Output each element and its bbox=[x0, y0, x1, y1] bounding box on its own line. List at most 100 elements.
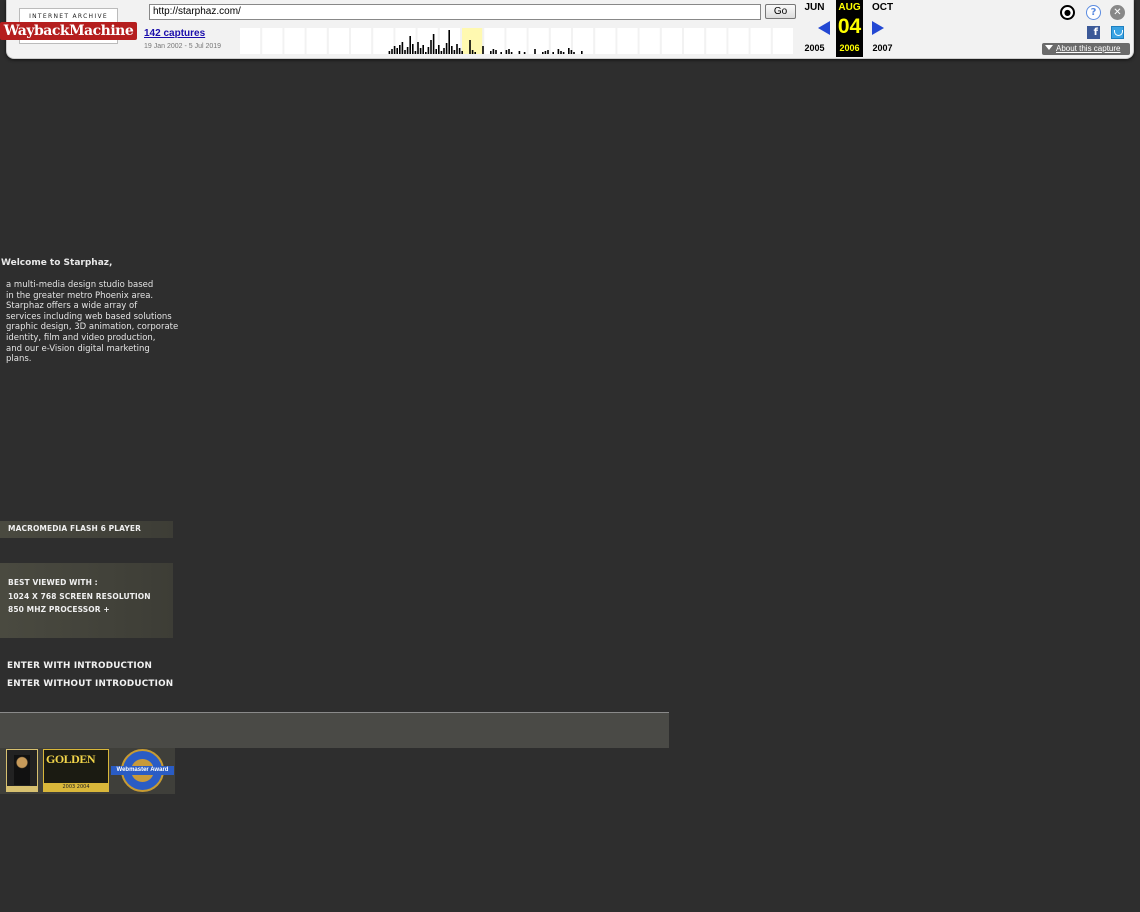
sparkline-bar bbox=[404, 50, 406, 54]
next-year-label: 2007 bbox=[872, 43, 893, 53]
sparkline-year-cell bbox=[772, 28, 793, 54]
sparkline-bar bbox=[490, 51, 492, 54]
sparkline-year-cell bbox=[661, 28, 682, 54]
help-icon[interactable]: ? bbox=[1086, 5, 1101, 20]
close-icon[interactable]: ✕ bbox=[1110, 5, 1125, 20]
sparkline-bar bbox=[544, 51, 547, 54]
sparkline-bar bbox=[560, 51, 562, 54]
sparkline-year-cell bbox=[684, 28, 705, 54]
sparkline-bar bbox=[534, 49, 536, 54]
sparkline-bar bbox=[557, 49, 560, 54]
sparkline-bar bbox=[500, 52, 502, 54]
sparkline-bar bbox=[461, 51, 463, 54]
flash-player-label: MACROMEDIA FLASH 6 PLAYER bbox=[8, 524, 141, 533]
prev-month-label: JUN bbox=[804, 2, 825, 13]
sparkline-year-cell bbox=[639, 28, 660, 54]
intro-line: and our e-Vision digital marketing bbox=[6, 343, 150, 354]
webmaster-award-badge[interactable]: Webmaster Award bbox=[111, 749, 174, 792]
sparkline-bar bbox=[399, 45, 401, 54]
sparkline-year-cell bbox=[573, 28, 594, 54]
best-viewed-line: BEST VIEWED WITH : bbox=[8, 578, 98, 587]
golden-title: GOLDEN bbox=[46, 752, 96, 766]
facebook-icon[interactable]: f bbox=[1087, 26, 1100, 39]
sparkline-bar bbox=[414, 51, 417, 54]
captures-link[interactable]: 142 captures bbox=[144, 28, 205, 39]
sparkline-year-cell bbox=[351, 28, 372, 54]
sparkline-bar bbox=[469, 40, 471, 54]
sparkline-bar bbox=[412, 44, 414, 54]
sparkline-bar bbox=[547, 50, 549, 54]
logo-top-text: INTERNET ARCHIVE bbox=[29, 12, 108, 20]
flash-player-banner[interactable]: MACROMEDIA FLASH 6 PLAYER bbox=[0, 521, 173, 538]
prev-capture-arrow-icon[interactable] bbox=[818, 21, 830, 35]
intro-paragraph: a multi-media design studio based in the… bbox=[6, 280, 196, 365]
go-button[interactable]: Go bbox=[765, 4, 796, 19]
sparkline-bar bbox=[471, 50, 474, 54]
intro-line: services including web based solutions bbox=[6, 311, 172, 322]
wayback-toolbar-wrapper: INTERNET ARCHIVE WaybackMachine http://s… bbox=[0, 0, 1140, 62]
sparkline-bar bbox=[435, 49, 437, 54]
captures-sparkline[interactable] bbox=[239, 28, 795, 54]
sparkline-bar bbox=[581, 51, 583, 54]
sparkline-bar bbox=[406, 47, 409, 54]
sparkline-bar bbox=[427, 47, 430, 54]
sparkline-bar bbox=[495, 50, 497, 54]
sparkline-bar bbox=[425, 52, 427, 54]
current-month: AUG 04 2006 bbox=[836, 0, 863, 57]
sparkline-year-cell bbox=[617, 28, 638, 54]
welcome-heading: Welcome to Starphaz, bbox=[1, 258, 113, 268]
award-badge-photo[interactable] bbox=[6, 749, 38, 792]
sparkline-bar bbox=[492, 49, 495, 54]
sparkline-bar bbox=[432, 34, 435, 54]
url-input[interactable]: http://starphaz.com/ bbox=[149, 4, 761, 20]
best-viewed-line: 1024 X 768 SCREEN RESOLUTION bbox=[8, 592, 151, 601]
sparkline-bar bbox=[456, 44, 458, 54]
intro-line: plans. bbox=[6, 354, 32, 365]
next-capture-arrow-icon[interactable] bbox=[872, 21, 884, 35]
sparkline-bar bbox=[422, 45, 424, 54]
sparkline-bar bbox=[510, 52, 513, 54]
about-capture-button[interactable]: About this capture bbox=[1042, 43, 1130, 55]
golden-years: 2003 2004 bbox=[44, 783, 108, 791]
sparkline-bar bbox=[518, 51, 521, 54]
sparkline-bar bbox=[453, 50, 456, 54]
sparkline-bar bbox=[448, 30, 450, 54]
sparkline-year-cell bbox=[750, 28, 771, 54]
sparkline-year-cell bbox=[595, 28, 616, 54]
best-viewed-line: 850 MHZ PROCESSOR + bbox=[8, 605, 110, 614]
sparkline-year-cell bbox=[706, 28, 727, 54]
badge-footer bbox=[7, 786, 37, 791]
current-year-label: 2006 bbox=[839, 43, 860, 53]
sparkline-bar bbox=[419, 48, 422, 54]
twitter-icon[interactable] bbox=[1111, 26, 1124, 39]
enter-without-intro-link[interactable]: ENTER WITHOUT INTRODUCTION bbox=[7, 679, 173, 689]
sparkline-bar bbox=[523, 52, 526, 54]
sparkline-year-cell bbox=[528, 28, 549, 54]
user-icon[interactable]: ● bbox=[1060, 5, 1075, 20]
intro-line: Starphaz offers a wide array of bbox=[6, 301, 138, 312]
intro-line: in the greater metro Phoenix area. bbox=[6, 290, 154, 301]
sparkline-bar bbox=[443, 48, 445, 54]
sparkline-bar bbox=[570, 50, 573, 54]
sparkline-bar bbox=[393, 46, 396, 54]
sparkline-year-cell bbox=[484, 28, 505, 54]
webmaster-award-label: Webmaster Award bbox=[111, 766, 174, 775]
wayback-toolbar: INTERNET ARCHIVE WaybackMachine http://s… bbox=[0, 0, 1134, 59]
sparkline-bar bbox=[451, 46, 453, 54]
capture-date-range: 19 Jan 2002 - 5 Jul 2019 bbox=[144, 43, 222, 50]
current-month-label: AUG bbox=[838, 2, 861, 13]
golden-web-award-badge[interactable]: GOLDEN 2003 2004 bbox=[43, 749, 109, 792]
sparkline-year-cell bbox=[373, 28, 394, 54]
current-day-label: 04 bbox=[837, 15, 862, 38]
sparkline-bar bbox=[409, 36, 411, 54]
sparkline-bar bbox=[430, 40, 432, 54]
sparkline-year-cell bbox=[728, 28, 749, 54]
sparkline-bar bbox=[417, 42, 419, 54]
enter-with-intro-link[interactable]: ENTER WITH INTRODUCTION bbox=[7, 661, 152, 671]
sparkline-bar bbox=[542, 52, 544, 54]
wayback-logo[interactable]: INTERNET ARCHIVE WaybackMachine bbox=[0, 8, 138, 44]
sparkline-bar bbox=[474, 52, 476, 54]
sparkline-bar bbox=[505, 50, 508, 54]
sparkline-bar bbox=[391, 49, 393, 54]
next-month-label: OCT bbox=[871, 2, 894, 13]
